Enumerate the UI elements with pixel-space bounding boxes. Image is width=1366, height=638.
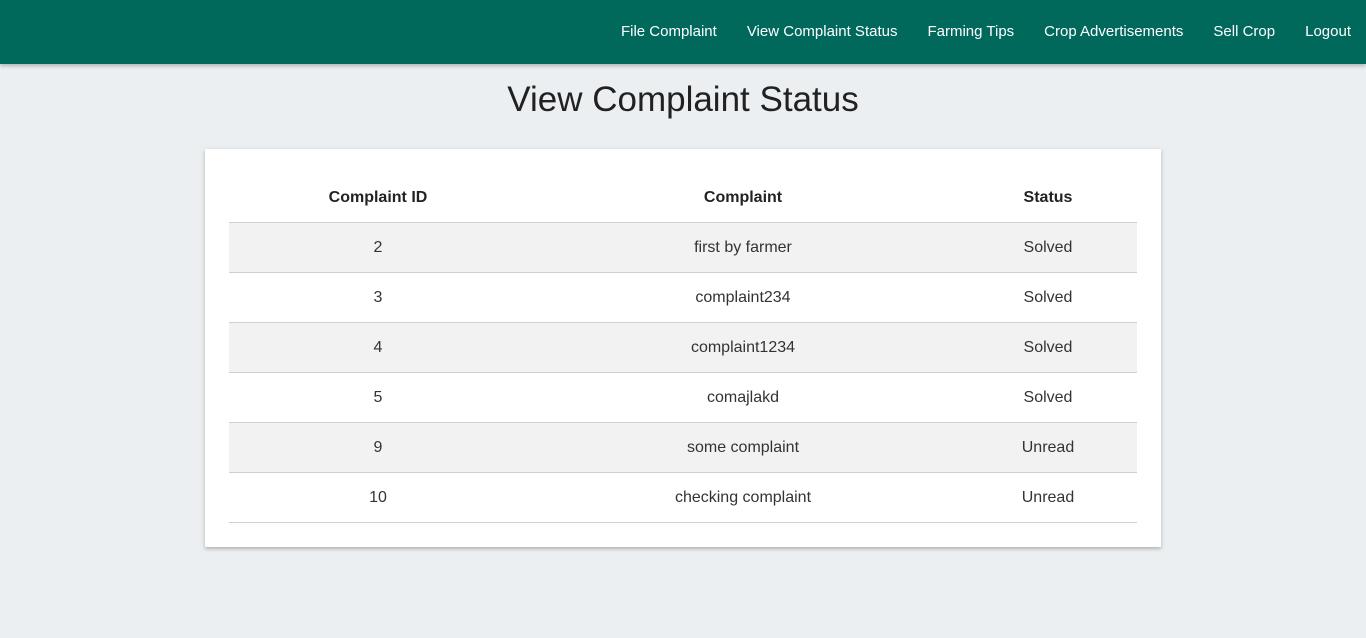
complaint-id-cell: 3 xyxy=(229,272,527,323)
nav-item-logout: Logout xyxy=(1290,0,1366,64)
column-header-complaint-id: Complaint ID xyxy=(229,173,527,223)
table-row: 9 some complaint Unread xyxy=(229,422,1137,473)
complaint-id-cell: 5 xyxy=(229,372,527,423)
nav-item-view-complaint-status: View Complaint Status xyxy=(732,0,913,64)
crop-advertisements-link[interactable]: Crop Advertisements xyxy=(1029,0,1198,64)
status-cell: Solved xyxy=(959,222,1137,273)
table-row: 4 complaint1234 Solved xyxy=(229,322,1137,373)
complaint-id-cell: 4 xyxy=(229,322,527,373)
complaint-text-cell: complaint1234 xyxy=(527,322,959,373)
status-cell: Solved xyxy=(959,322,1137,373)
file-complaint-link[interactable]: File Complaint xyxy=(606,0,732,64)
status-cell: Solved xyxy=(959,372,1137,423)
top-navbar: File Complaint View Complaint Status Far… xyxy=(0,0,1366,64)
nav-item-farming-tips: Farming Tips xyxy=(912,0,1029,64)
column-header-complaint: Complaint xyxy=(527,173,959,223)
complaint-text-cell: checking complaint xyxy=(527,472,959,523)
farming-tips-link[interactable]: Farming Tips xyxy=(912,0,1029,64)
column-header-status: Status xyxy=(959,173,1137,223)
logout-link[interactable]: Logout xyxy=(1290,0,1366,64)
complaint-id-cell: 9 xyxy=(229,422,527,473)
complaint-id-cell: 10 xyxy=(229,472,527,523)
status-cell: Solved xyxy=(959,272,1137,323)
status-cell: Unread xyxy=(959,422,1137,473)
table-row: 10 checking complaint Unread xyxy=(229,472,1137,523)
sell-crop-link[interactable]: Sell Crop xyxy=(1198,0,1290,64)
view-complaint-status-link[interactable]: View Complaint Status xyxy=(732,0,913,64)
complaint-text-cell: comajlakd xyxy=(527,372,959,423)
status-cell: Unread xyxy=(959,472,1137,523)
complaint-text-cell: some complaint xyxy=(527,422,959,473)
page-title: View Complaint Status xyxy=(507,80,859,119)
complaints-card: Complaint ID Complaint Status 2 first by… xyxy=(205,149,1161,547)
nav-item-sell-crop: Sell Crop xyxy=(1198,0,1290,64)
nav-menu: File Complaint View Complaint Status Far… xyxy=(606,0,1366,64)
table-body: 2 first by farmer Solved 3 complaint234 … xyxy=(229,222,1137,523)
nav-item-file-complaint: File Complaint xyxy=(606,0,732,64)
complaint-id-cell: 2 xyxy=(229,222,527,273)
table-header-row: Complaint ID Complaint Status xyxy=(229,173,1137,223)
nav-item-crop-advertisements: Crop Advertisements xyxy=(1029,0,1198,64)
complaint-text-cell: first by farmer xyxy=(527,222,959,273)
complaint-text-cell: complaint234 xyxy=(527,272,959,323)
table-row: 5 comajlakd Solved xyxy=(229,372,1137,423)
table-header: Complaint ID Complaint Status xyxy=(229,173,1137,223)
complaints-table: Complaint ID Complaint Status 2 first by… xyxy=(229,173,1137,523)
table-row: 2 first by farmer Solved xyxy=(229,222,1137,273)
table-row: 3 complaint234 Solved xyxy=(229,272,1137,323)
